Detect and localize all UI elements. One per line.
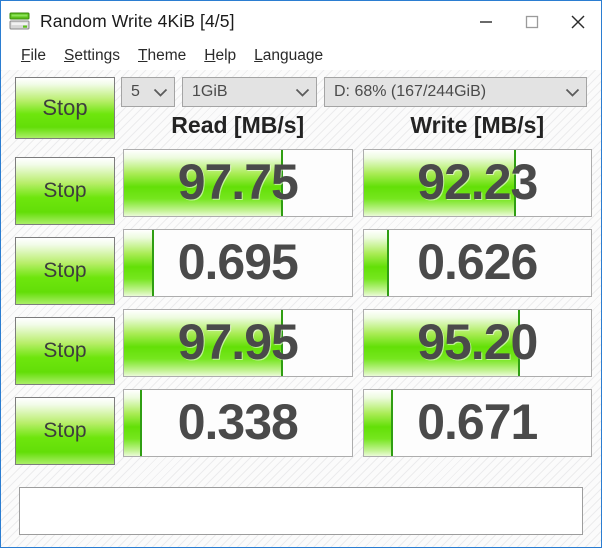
read-result-row-2[interactable]: 0.695: [123, 229, 353, 297]
write-result-row-2[interactable]: 0.626: [362, 229, 592, 297]
chevron-down-icon: [565, 88, 580, 97]
column-spacer: [353, 229, 363, 297]
write-result-row-1[interactable]: 92.23: [362, 149, 592, 217]
column-spacer: [353, 149, 363, 217]
menu-accel-settings: S: [63, 47, 75, 64]
stop-button-row-4[interactable]: Stop: [15, 397, 115, 465]
write-value-row-4: 0.671: [417, 393, 538, 450]
menu-label-settings: ettings: [74, 47, 120, 64]
close-button[interactable]: [555, 1, 601, 42]
comment-box[interactable]: [19, 487, 583, 535]
read-result-row-3[interactable]: 97.95: [123, 309, 353, 377]
menu-item-theme[interactable]: Theme: [129, 45, 195, 67]
result-row: 0.695 0.626: [123, 229, 592, 297]
menu-accel-language: L: [254, 47, 263, 64]
test-size-value: 1GiB: [192, 83, 228, 100]
menu-label-help: elp: [215, 47, 237, 64]
app-window: Random Write 4KiB [4/5] File Settings Th…: [0, 0, 602, 548]
menu-accel-help: H: [204, 47, 216, 64]
target-drive-value: D: 68% (167/244GiB): [334, 83, 487, 100]
menu-bar: File Settings Theme Help Language: [1, 42, 601, 70]
minimize-button[interactable]: [463, 1, 509, 42]
stop-button-column: Stop Stop Stop Stop Stop: [15, 77, 115, 477]
menu-label-file: ile: [30, 47, 46, 64]
read-value-row-1: 97.75: [177, 153, 299, 210]
menu-item-file[interactable]: File: [12, 45, 55, 67]
menu-item-help[interactable]: Help: [195, 45, 245, 67]
window-title: Random Write 4KiB [4/5]: [40, 11, 235, 31]
read-result-row-4[interactable]: 0.338: [123, 389, 353, 457]
target-drive-dropdown[interactable]: D: 68% (167/244GiB): [324, 77, 587, 107]
column-spacer: [353, 309, 363, 377]
write-result-row-3[interactable]: 95.20: [362, 309, 592, 377]
disk-drive-icon: [8, 10, 32, 34]
stop-button-row-3[interactable]: Stop: [15, 317, 115, 385]
write-value-row-1: 92.23: [417, 153, 538, 210]
chevron-down-icon: [295, 88, 310, 97]
write-result-row-4[interactable]: 0.671: [362, 389, 592, 457]
chevron-down-icon: [153, 88, 168, 97]
result-row: 97.95 95.20: [123, 309, 592, 377]
read-value-row-2: 0.695: [177, 233, 299, 290]
read-value-row-4: 0.338: [177, 393, 299, 450]
results-grid: 97.75 92.23 0.695 0.626 97.95 95.20 0.33…: [123, 149, 592, 469]
title-bar: Random Write 4KiB [4/5]: [1, 1, 601, 42]
test-count-dropdown[interactable]: 5: [121, 77, 175, 107]
maximize-button[interactable]: [509, 1, 555, 42]
read-result-row-1[interactable]: 97.75: [123, 149, 353, 217]
result-row: 97.75 92.23: [123, 149, 592, 217]
menu-item-language[interactable]: Language: [245, 45, 332, 67]
stop-button-row-1[interactable]: Stop: [15, 157, 115, 225]
menu-label-language: anguage: [262, 47, 324, 64]
header-spacer: [353, 112, 363, 142]
stop-all-button[interactable]: Stop: [15, 77, 115, 139]
test-count-value: 5: [131, 83, 140, 100]
write-column-header: Write [MB/s]: [410, 112, 545, 138]
test-size-dropdown[interactable]: 1GiB: [182, 77, 317, 107]
menu-label-theme: heme: [147, 47, 187, 64]
column-headers: Read [MB/s] Write [MB/s]: [123, 112, 592, 142]
window-controls: [463, 1, 601, 42]
result-row: 0.338 0.671: [123, 389, 592, 457]
column-spacer: [353, 389, 363, 457]
write-value-row-2: 0.626: [417, 233, 538, 290]
main-content: 5 1GiB D: 68% (167/244GiB) Read [MB/s] W…: [1, 70, 601, 547]
write-value-row-3: 95.20: [417, 313, 538, 370]
read-value-row-3: 97.95: [177, 313, 299, 370]
read-column-header: Read [MB/s]: [171, 112, 305, 138]
stop-button-row-2[interactable]: Stop: [15, 237, 115, 305]
menu-item-settings[interactable]: Settings: [55, 45, 129, 67]
